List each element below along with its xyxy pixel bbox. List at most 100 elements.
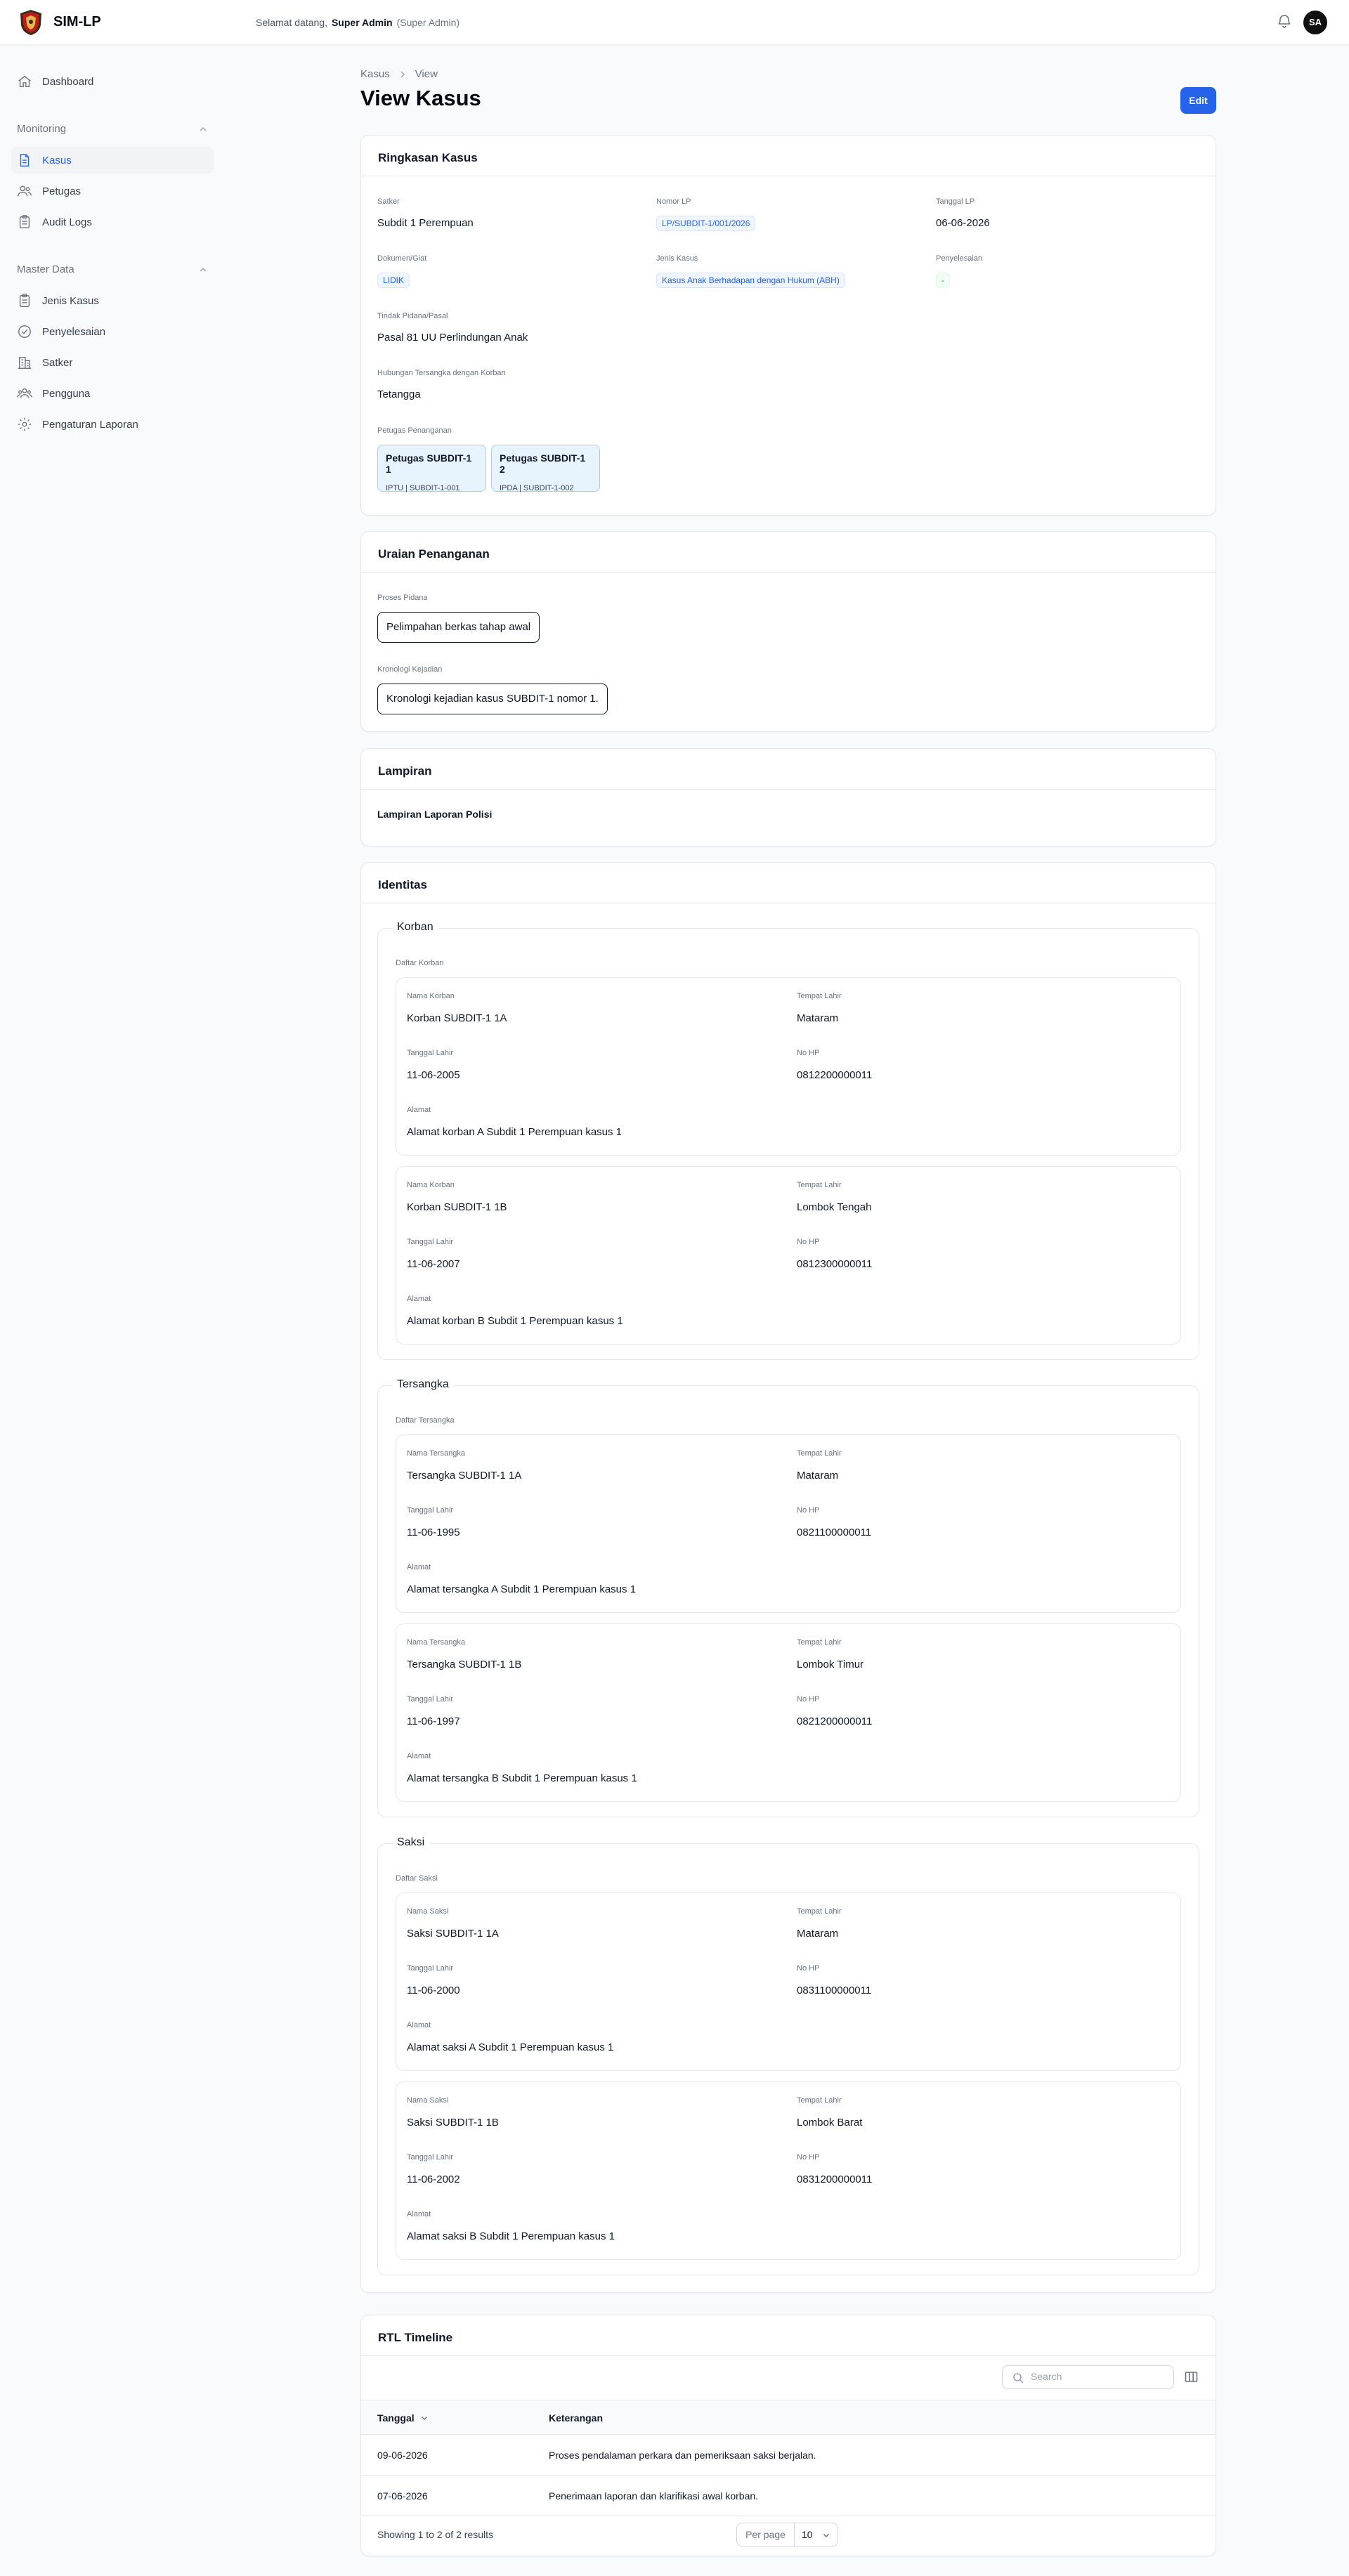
field-label: Proses Pidana <box>377 594 428 602</box>
field-label: Nama Tersangka <box>407 1638 465 1647</box>
sidebar-item-petugas[interactable]: Petugas <box>11 178 214 204</box>
tanggal-lahir-field: Tanggal Lahir 11-06-2002 <box>407 2153 460 2185</box>
tersangka-legend: Tersangka <box>392 1378 454 1391</box>
sidebar-item-satker[interactable]: Satker <box>11 349 214 376</box>
field-value: 11-06-2005 <box>407 1069 460 1081</box>
alamat-field: Alamat Alamat korban B Subdit 1 Perempuan… <box>407 1295 623 1327</box>
saksi-fieldset: Saksi Daftar Saksi Nama Saksi Saksi SUBDI… <box>377 1836 1199 2275</box>
lampiran-item[interactable]: Lampiran Laporan Polisi <box>377 809 492 820</box>
columns-toggle-icon[interactable] <box>1185 2370 1198 2384</box>
breadcrumb-kasus-link[interactable]: Kasus <box>360 68 390 80</box>
per-page-number: 10 <box>802 2529 813 2540</box>
check-circle-icon <box>18 325 31 338</box>
proses-pidana-value: Pelimpahan berkas tahap awal <box>377 612 540 643</box>
field-value: Alamat tersangka B Subdit 1 Perempuan ka… <box>407 1772 637 1784</box>
field-value: Alamat saksi B Subdit 1 Perempuan kasus … <box>407 2230 615 2242</box>
sidebar-item-dashboard[interactable]: Dashboard <box>11 68 214 95</box>
edit-button[interactable]: Edit <box>1180 87 1216 114</box>
clipboard-icon <box>19 294 30 307</box>
sidebar-item-label: Jenis Kasus <box>42 294 99 307</box>
tempat-lahir-field: Tempat Lahir Mataram <box>797 1449 842 1482</box>
korban-record: Nama Korban Korban SUBDIT-1 1A Tempat Lah… <box>396 977 1181 1156</box>
field-label: Penyelesaian <box>936 254 983 263</box>
dokumen-field: Dokumen/Giat LIDIK <box>377 254 426 288</box>
ringkasan-kasus-heading: Ringkasan Kasus <box>361 136 1216 176</box>
sort-chevron-down-icon <box>421 2416 427 2421</box>
field-label: Nomor LP <box>656 197 691 206</box>
sidebar-item-penyelesaian[interactable]: Penyelesaian <box>11 318 214 345</box>
avatar[interactable]: SA <box>1303 11 1327 34</box>
top-bar: SIM-LP Selamat datang, Super Admin (Super … <box>0 0 1349 45</box>
nomor-lp-field: Nomor LP LP/SUBDIT-1/001/2026 <box>656 197 756 231</box>
uraian-penanganan-heading: Uraian Penanganan <box>361 532 1216 573</box>
tersangka-fieldset: Tersangka Daftar Tersangka Nama Tersangk… <box>377 1378 1199 1817</box>
clipboard-icon <box>19 215 30 228</box>
alamat-field: Alamat Alamat korban A Subdit 1 Perempuan… <box>407 1106 622 1138</box>
field-label: Tanggal Lahir <box>407 2153 454 2162</box>
field-value: 0812200000011 <box>797 1069 873 1081</box>
sidebar-item-pengguna[interactable]: Pengguna <box>11 380 214 407</box>
per-page-value[interactable]: 10 <box>795 2523 838 2546</box>
cog-icon <box>18 417 32 431</box>
field-label: Tempat Lahir <box>797 1907 842 1916</box>
field-value: Alamat saksi A Subdit 1 Perempuan kasus … <box>407 2041 614 2053</box>
sidebar-item-audit-logs[interactable]: Audit Logs <box>11 209 214 235</box>
page-title: View Kasus <box>360 86 481 110</box>
field-label: Nama Korban <box>407 1181 455 1189</box>
jenis-kasus-field: Jenis Kasus Kasus Anak Berhadapan dengan… <box>656 254 845 288</box>
alamat-field: Alamat Alamat tersangka B Subdit 1 Peremp… <box>407 1752 637 1784</box>
no-hp-field: No HP 0831100000011 <box>797 1964 871 1996</box>
field-label: No HP <box>797 1695 820 1704</box>
table-header: Tanggal Keterangan <box>361 2400 1216 2435</box>
field-label: Alamat <box>407 1563 431 1571</box>
field-value: 06-06-2026 <box>936 217 990 229</box>
per-page-select[interactable]: Per page 10 <box>736 2523 838 2546</box>
building-icon <box>18 356 32 369</box>
search-box[interactable] <box>1002 2365 1174 2389</box>
field-value: Mataram <box>797 1470 839 1482</box>
tanggal-lahir-field: Tanggal Lahir 11-06-1997 <box>407 1695 460 1727</box>
daftar-saksi-label: Daftar Saksi <box>396 1874 438 1883</box>
field-label: Satker <box>377 197 400 206</box>
field-label: Petugas Penanganan <box>377 426 452 435</box>
search-input[interactable] <box>1031 2371 1164 2382</box>
sidebar-group-label: Monitoring <box>17 123 67 135</box>
nama-field: Nama Korban Korban SUBDIT-1 1A <box>407 992 507 1024</box>
sidebar-item-jenis-kasus[interactable]: Jenis Kasus <box>11 287 214 314</box>
field-value: Saksi SUBDIT-1 1A <box>407 1928 499 1940</box>
user-role: (Super Admin) <box>396 17 460 28</box>
sidebar-item-pengaturan-laporan[interactable]: Pengaturan Laporan <box>11 411 214 438</box>
field-label: Tindak Pidana/Pasal <box>377 312 448 320</box>
field-label: Nama Saksi <box>407 1907 449 1916</box>
sidebar-item-label: Kasus <box>42 154 72 166</box>
field-value: Tersangka SUBDIT-1 1B <box>407 1659 522 1671</box>
sidebar-item-label: Pengaturan Laporan <box>42 418 138 431</box>
korban-legend: Korban <box>392 921 438 934</box>
field-label: No HP <box>797 1964 820 1973</box>
sidebar-group-master-data[interactable]: Master Data <box>17 263 208 275</box>
officer-card: Petugas SUBDIT-1 1 IPTU | SUBDIT-1-001 <box>377 445 486 492</box>
sidebar-group-monitoring[interactable]: Monitoring <box>17 123 208 135</box>
sidebar-item-label: Petugas <box>42 185 82 197</box>
sidebar-item-kasus[interactable]: Kasus <box>11 147 214 174</box>
bell-icon[interactable] <box>1276 13 1293 30</box>
sidebar-group-label: Master Data <box>17 263 74 275</box>
tanggal-lahir-field: Tanggal Lahir 11-06-2005 <box>407 1049 460 1081</box>
officer-card: Petugas SUBDIT-1 2 IPDA | SUBDIT-1-002 <box>491 445 600 492</box>
sidebar-item-label: Satker <box>42 356 73 369</box>
penyelesaian-field: Penyelesaian - <box>936 254 982 288</box>
welcome-label: Selamat datang, <box>256 17 327 28</box>
field-value: 11-06-2000 <box>407 1985 460 1996</box>
field-value: 0821100000011 <box>797 1526 872 1538</box>
field-label: Tanggal Lahir <box>407 1964 454 1973</box>
sidebar-item-label: Dashboard <box>42 75 94 88</box>
field-label: Tempat Lahir <box>797 1638 842 1647</box>
field-label: Alamat <box>407 1295 431 1303</box>
korban-record: Nama Korban Korban SUBDIT-1 1B Tempat Lah… <box>396 1166 1181 1345</box>
kronologi-field: Kronologi Kejadian <box>377 665 442 674</box>
user-group-icon <box>17 388 32 398</box>
kronologi-value: Kronologi kejadian kasus SUBDIT-1 nomor … <box>377 684 608 714</box>
column-header-tanggal[interactable]: Tanggal <box>377 2412 429 2424</box>
field-value: Mataram <box>797 1012 839 1024</box>
field-value: Lombok Barat <box>797 2117 863 2129</box>
